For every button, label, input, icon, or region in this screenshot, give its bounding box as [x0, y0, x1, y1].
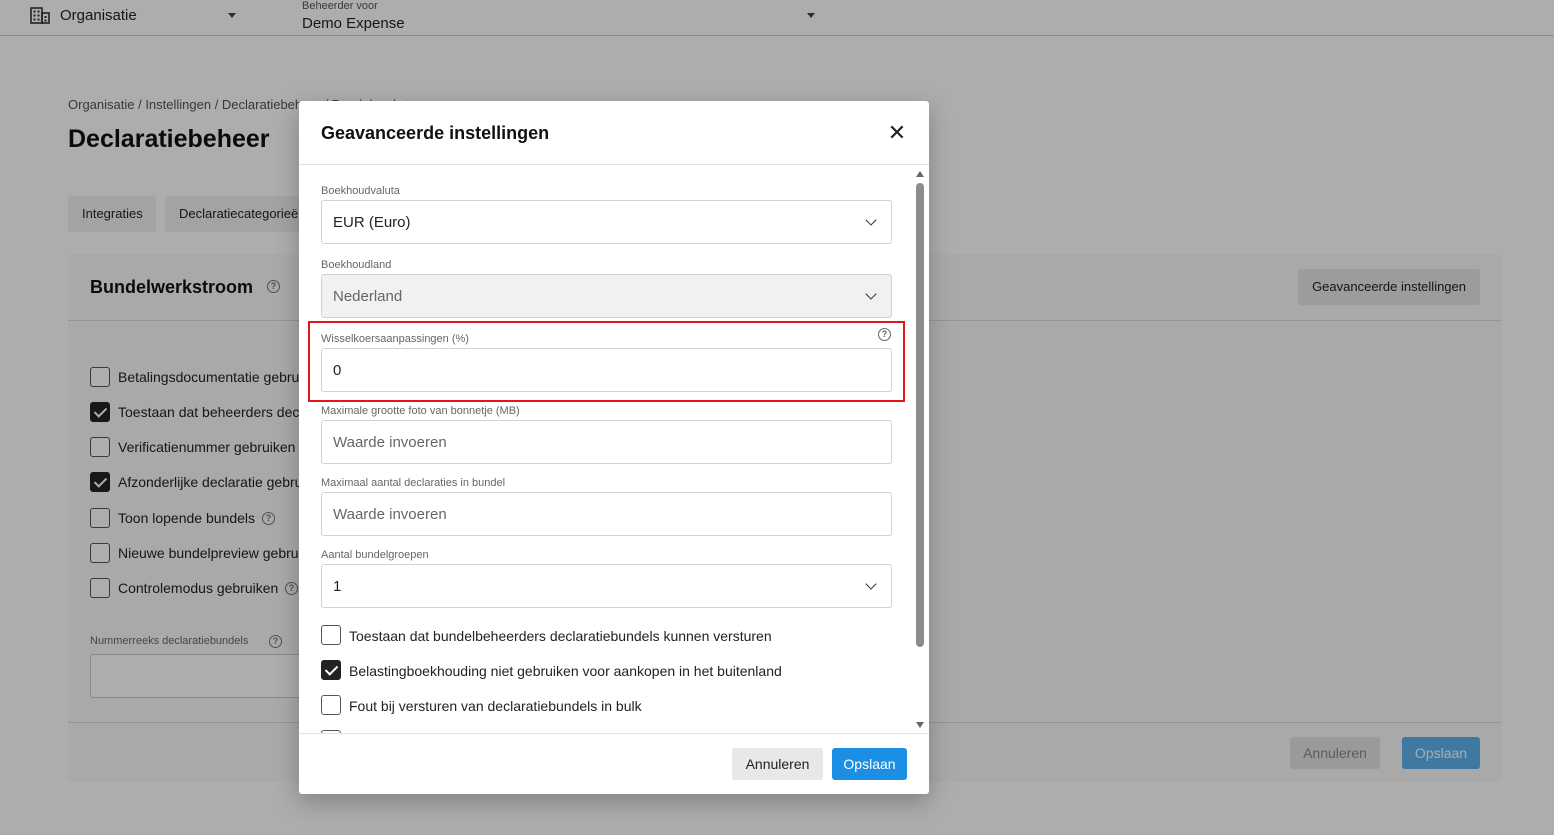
- chevron-down-icon: [865, 214, 877, 226]
- help-icon[interactable]: ?: [878, 328, 891, 341]
- dialog-body: Boekhoudvaluta EUR (Euro) Boekhoudland N…: [299, 165, 929, 733]
- scroll-up-icon[interactable]: [916, 171, 924, 177]
- country-value: Nederland: [333, 288, 403, 305]
- cancel-button[interactable]: Annuleren: [732, 748, 823, 780]
- close-icon[interactable]: ✕: [886, 122, 908, 145]
- allow-bundle-managers-checkbox[interactable]: [321, 625, 341, 645]
- currency-select[interactable]: EUR (Euro): [321, 200, 892, 244]
- bundle-groups-value: 1: [333, 578, 342, 595]
- checkbox-label: Toestaan dat bundelbeheerders declaratie…: [349, 628, 772, 644]
- exchange-rate-input[interactable]: 0: [321, 348, 892, 392]
- save-button[interactable]: Opslaan: [832, 748, 907, 780]
- tax-accounting-checkbox[interactable]: [321, 660, 341, 680]
- bundle-groups-select[interactable]: 1: [321, 564, 892, 608]
- currency-value: EUR (Euro): [333, 214, 411, 231]
- max-claims-input[interactable]: Waarde invoeren: [321, 492, 892, 536]
- scrollbar[interactable]: [915, 171, 925, 731]
- exchange-rate-label: Wisselkoersaanpassingen (%): [321, 333, 469, 345]
- advanced-settings-dialog: Geavanceerde instellingen ✕ Boekhoudvalu…: [299, 101, 929, 794]
- currency-label: Boekhoudvaluta: [321, 185, 400, 197]
- dialog-title: Geavanceerde instellingen: [321, 123, 550, 143]
- checkbox-label: Belastingboekhouding niet gebruiken voor…: [349, 663, 782, 679]
- country-select[interactable]: Nederland: [321, 274, 892, 318]
- exchange-rate-value: 0: [333, 362, 342, 379]
- scroll-thumb[interactable]: [916, 183, 924, 647]
- chevron-down-icon: [865, 578, 877, 590]
- divider: [299, 733, 929, 734]
- country-label: Boekhoudland: [321, 259, 392, 271]
- max-claims-placeholder: Waarde invoeren: [333, 506, 447, 523]
- bulk-send-error-checkbox[interactable]: [321, 695, 341, 715]
- photo-size-label: Maximale grootte foto van bonnetje (MB): [321, 405, 520, 417]
- chevron-down-icon: [865, 288, 877, 300]
- scroll-down-icon[interactable]: [916, 722, 924, 728]
- bundle-groups-label: Aantal bundelgroepen: [321, 549, 429, 561]
- photo-size-input[interactable]: Waarde invoeren: [321, 420, 892, 464]
- checkbox-label: Fout bij versturen van declaratiebundels…: [349, 698, 642, 714]
- max-claims-label: Maximaal aantal declaraties in bundel: [321, 477, 506, 489]
- photo-size-placeholder: Waarde invoeren: [333, 434, 447, 451]
